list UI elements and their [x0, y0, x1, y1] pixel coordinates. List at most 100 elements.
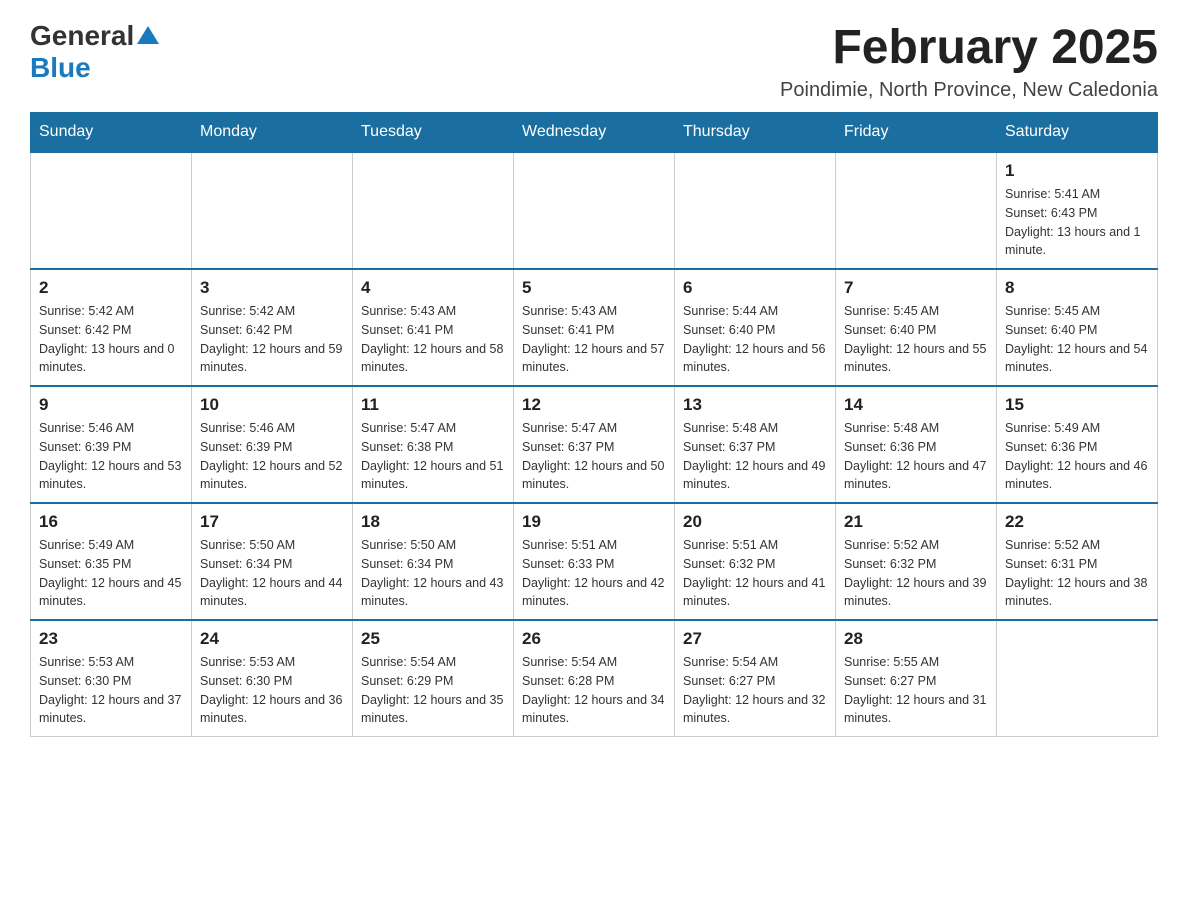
day-info: Sunrise: 5:42 AMSunset: 6:42 PMDaylight:…	[200, 302, 344, 377]
day-number: 20	[683, 512, 827, 532]
day-info: Sunrise: 5:54 AMSunset: 6:28 PMDaylight:…	[522, 653, 666, 728]
day-info: Sunrise: 5:50 AMSunset: 6:34 PMDaylight:…	[361, 536, 505, 611]
table-row: 1 Sunrise: 5:41 AMSunset: 6:43 PMDaylight…	[997, 152, 1158, 269]
page-title: February 2025	[780, 20, 1158, 75]
day-info: Sunrise: 5:53 AMSunset: 6:30 PMDaylight:…	[200, 653, 344, 728]
day-number: 15	[1005, 395, 1149, 415]
day-info: Sunrise: 5:54 AMSunset: 6:27 PMDaylight:…	[683, 653, 827, 728]
title-section: February 2025 Poindimie, North Province,…	[780, 20, 1158, 102]
table-row: 19 Sunrise: 5:51 AMSunset: 6:33 PMDayligh…	[514, 503, 675, 620]
table-row: 9 Sunrise: 5:46 AMSunset: 6:39 PMDaylight…	[31, 386, 192, 503]
day-info: Sunrise: 5:51 AMSunset: 6:33 PMDaylight:…	[522, 536, 666, 611]
day-number: 21	[844, 512, 988, 532]
table-row: 12Sunrise: 5:47 AMSunset: 6:37 PMDayligh…	[514, 386, 675, 503]
day-number: 4	[361, 278, 505, 298]
calendar-week-1: 1 Sunrise: 5:41 AMSunset: 6:43 PMDaylight…	[31, 152, 1158, 269]
table-row: 23 Sunrise: 5:53 AMSunset: 6:30 PMDayligh…	[31, 620, 192, 737]
col-tuesday: Tuesday	[353, 113, 514, 153]
day-info: Sunrise: 5:45 AMSunset: 6:40 PMDaylight:…	[1005, 302, 1149, 377]
table-row: 22Sunrise: 5:52 AMSunset: 6:31 PMDayligh…	[997, 503, 1158, 620]
day-number: 7	[844, 278, 988, 298]
table-row: 26 Sunrise: 5:54 AMSunset: 6:28 PMDayligh…	[514, 620, 675, 737]
table-row: 18 Sunrise: 5:50 AMSunset: 6:34 PMDayligh…	[353, 503, 514, 620]
day-info: Sunrise: 5:50 AMSunset: 6:34 PMDaylight:…	[200, 536, 344, 611]
table-row: 28Sunrise: 5:55 AMSunset: 6:27 PMDayligh…	[836, 620, 997, 737]
day-number: 19	[522, 512, 666, 532]
day-info: Sunrise: 5:44 AMSunset: 6:40 PMDaylight:…	[683, 302, 827, 377]
table-row: 14 Sunrise: 5:48 AMSunset: 6:36 PMDayligh…	[836, 386, 997, 503]
table-row: 11 Sunrise: 5:47 AMSunset: 6:38 PMDayligh…	[353, 386, 514, 503]
day-info: Sunrise: 5:49 AMSunset: 6:35 PMDaylight:…	[39, 536, 183, 611]
day-number: 28	[844, 629, 988, 649]
table-row: 4 Sunrise: 5:43 AMSunset: 6:41 PMDaylight…	[353, 269, 514, 386]
day-number: 24	[200, 629, 344, 649]
logo-general-text: General	[30, 20, 134, 52]
table-row	[353, 152, 514, 269]
table-row: 20 Sunrise: 5:51 AMSunset: 6:32 PMDayligh…	[675, 503, 836, 620]
day-number: 11	[361, 395, 505, 415]
table-row	[675, 152, 836, 269]
day-number: 14	[844, 395, 988, 415]
day-info: Sunrise: 5:47 AMSunset: 6:38 PMDaylight:…	[361, 419, 505, 494]
calendar-table: Sunday Monday Tuesday Wednesday Thursday…	[30, 112, 1158, 737]
table-row: 5Sunrise: 5:43 AMSunset: 6:41 PMDaylight…	[514, 269, 675, 386]
col-sunday: Sunday	[31, 113, 192, 153]
day-info: Sunrise: 5:42 AMSunset: 6:42 PMDaylight:…	[39, 302, 183, 377]
table-row: 10 Sunrise: 5:46 AMSunset: 6:39 PMDayligh…	[192, 386, 353, 503]
calendar-week-4: 16Sunrise: 5:49 AMSunset: 6:35 PMDayligh…	[31, 503, 1158, 620]
day-info: Sunrise: 5:49 AMSunset: 6:36 PMDaylight:…	[1005, 419, 1149, 494]
day-number: 23	[39, 629, 183, 649]
day-number: 9	[39, 395, 183, 415]
table-row	[31, 152, 192, 269]
table-row: 8 Sunrise: 5:45 AMSunset: 6:40 PMDaylight…	[997, 269, 1158, 386]
calendar-week-2: 2 Sunrise: 5:42 AMSunset: 6:42 PMDaylight…	[31, 269, 1158, 386]
page-subtitle: Poindimie, North Province, New Caledonia	[780, 79, 1158, 102]
day-number: 8	[1005, 278, 1149, 298]
table-row	[997, 620, 1158, 737]
logo: General Blue	[30, 20, 159, 84]
logo-triangle-icon	[137, 26, 159, 44]
day-number: 1	[1005, 161, 1149, 181]
calendar-week-3: 9 Sunrise: 5:46 AMSunset: 6:39 PMDaylight…	[31, 386, 1158, 503]
day-number: 13	[683, 395, 827, 415]
page-header: General Blue February 2025 Poindimie, No…	[30, 20, 1158, 102]
day-info: Sunrise: 5:46 AMSunset: 6:39 PMDaylight:…	[39, 419, 183, 494]
table-row	[192, 152, 353, 269]
table-row: 25 Sunrise: 5:54 AMSunset: 6:29 PMDayligh…	[353, 620, 514, 737]
day-number: 10	[200, 395, 344, 415]
day-info: Sunrise: 5:48 AMSunset: 6:37 PMDaylight:…	[683, 419, 827, 494]
col-friday: Friday	[836, 113, 997, 153]
table-row	[836, 152, 997, 269]
day-number: 12	[522, 395, 666, 415]
day-number: 6	[683, 278, 827, 298]
col-thursday: Thursday	[675, 113, 836, 153]
col-saturday: Saturday	[997, 113, 1158, 153]
day-info: Sunrise: 5:48 AMSunset: 6:36 PMDaylight:…	[844, 419, 988, 494]
table-row: 21 Sunrise: 5:52 AMSunset: 6:32 PMDayligh…	[836, 503, 997, 620]
day-number: 2	[39, 278, 183, 298]
day-number: 25	[361, 629, 505, 649]
table-row: 17 Sunrise: 5:50 AMSunset: 6:34 PMDayligh…	[192, 503, 353, 620]
day-number: 5	[522, 278, 666, 298]
table-row: 24 Sunrise: 5:53 AMSunset: 6:30 PMDayligh…	[192, 620, 353, 737]
day-number: 17	[200, 512, 344, 532]
calendar-week-5: 23 Sunrise: 5:53 AMSunset: 6:30 PMDayligh…	[31, 620, 1158, 737]
calendar-header-row: Sunday Monday Tuesday Wednesday Thursday…	[31, 113, 1158, 153]
day-info: Sunrise: 5:43 AMSunset: 6:41 PMDaylight:…	[361, 302, 505, 377]
table-row: 13 Sunrise: 5:48 AMSunset: 6:37 PMDayligh…	[675, 386, 836, 503]
logo-blue-text: Blue	[30, 52, 91, 83]
day-info: Sunrise: 5:53 AMSunset: 6:30 PMDaylight:…	[39, 653, 183, 728]
table-row: 6 Sunrise: 5:44 AMSunset: 6:40 PMDaylight…	[675, 269, 836, 386]
table-row: 16Sunrise: 5:49 AMSunset: 6:35 PMDayligh…	[31, 503, 192, 620]
day-info: Sunrise: 5:46 AMSunset: 6:39 PMDaylight:…	[200, 419, 344, 494]
day-info: Sunrise: 5:51 AMSunset: 6:32 PMDaylight:…	[683, 536, 827, 611]
col-monday: Monday	[192, 113, 353, 153]
table-row: 2 Sunrise: 5:42 AMSunset: 6:42 PMDaylight…	[31, 269, 192, 386]
col-wednesday: Wednesday	[514, 113, 675, 153]
day-info: Sunrise: 5:54 AMSunset: 6:29 PMDaylight:…	[361, 653, 505, 728]
table-row: 15 Sunrise: 5:49 AMSunset: 6:36 PMDayligh…	[997, 386, 1158, 503]
day-info: Sunrise: 5:41 AMSunset: 6:43 PMDaylight:…	[1005, 185, 1149, 260]
day-info: Sunrise: 5:52 AMSunset: 6:32 PMDaylight:…	[844, 536, 988, 611]
day-number: 18	[361, 512, 505, 532]
day-number: 26	[522, 629, 666, 649]
